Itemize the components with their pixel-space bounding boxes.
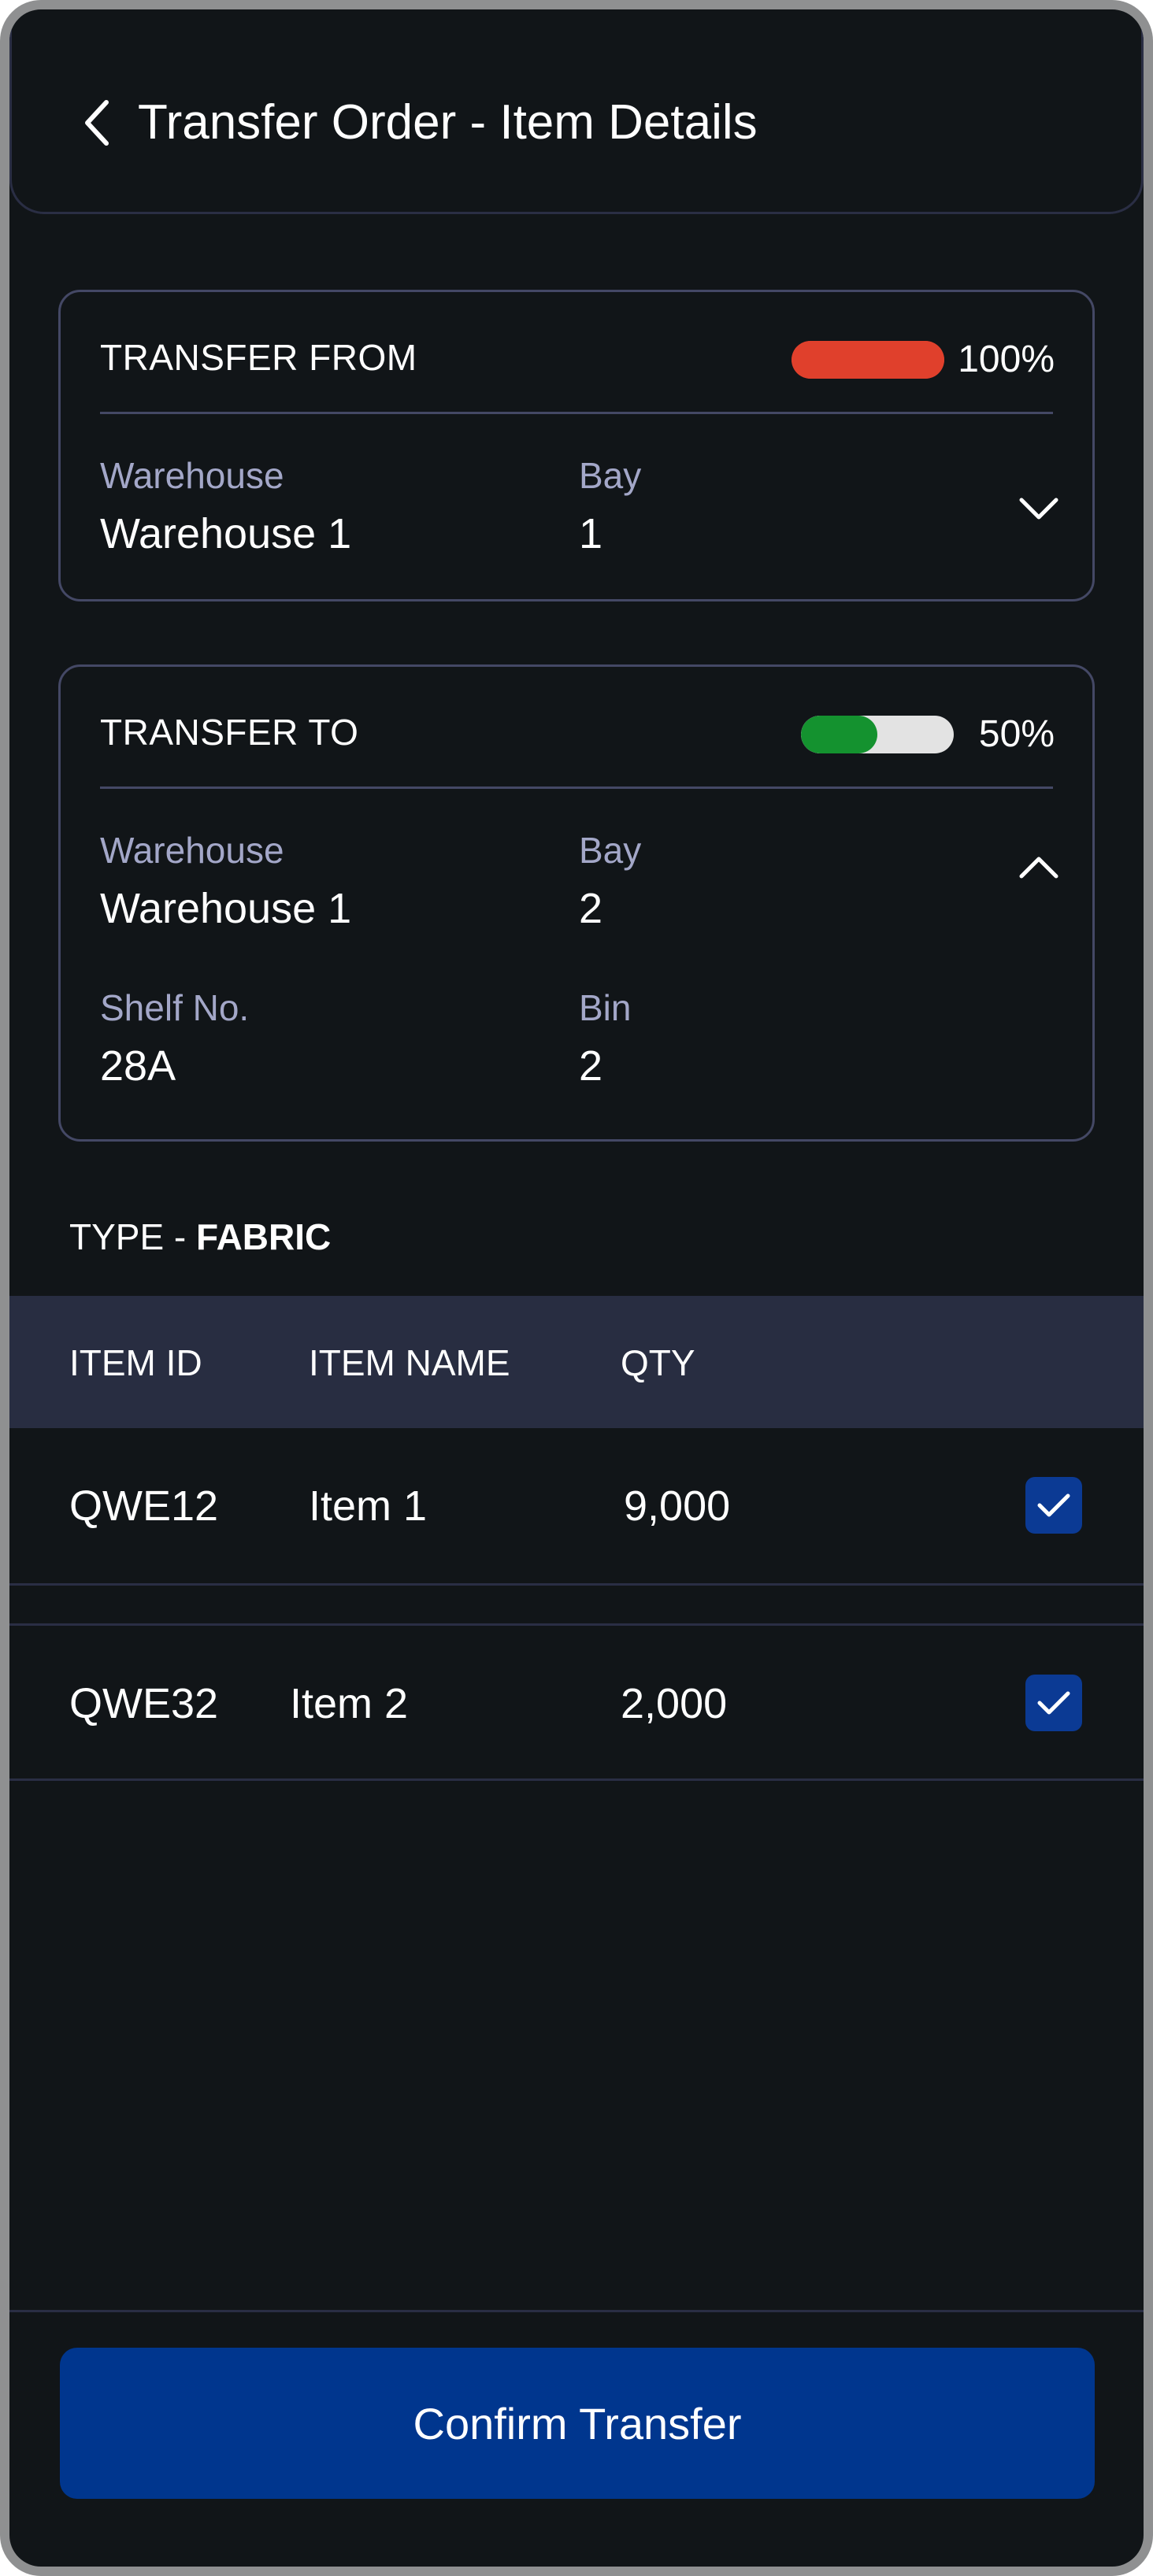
bin-value: 2	[579, 1042, 603, 1090]
back-button[interactable]	[72, 93, 119, 153]
transfer-to-card: TRANSFER TO 50% Warehouse Warehouse 1 Ba…	[58, 664, 1095, 1142]
bay-label: Bay	[579, 830, 642, 871]
table-row: QWE12 Item 1 9,000	[9, 1428, 1144, 1586]
item-qty: 9,000	[624, 1482, 731, 1530]
transfer-to-progress-label: 50%	[978, 713, 1055, 755]
transfer-from-title: TRANSFER FROM	[100, 337, 417, 378]
item-type: TYPE - FABRIC	[69, 1216, 331, 1258]
check-icon	[1037, 1493, 1070, 1517]
column-header-item-name: ITEM NAME	[309, 1342, 510, 1383]
shelf-label: Shelf No.	[100, 987, 250, 1028]
collapse-button[interactable]	[1018, 851, 1059, 883]
type-value: FABRIC	[196, 1216, 332, 1257]
chevron-up-icon	[1019, 857, 1058, 879]
device-frame: Transfer Order - Item Details TRANSFER F…	[0, 0, 1153, 2576]
column-header-qty: QTY	[621, 1342, 695, 1383]
bay-value: 2	[579, 885, 603, 932]
transfer-from-progress-fill	[792, 341, 944, 379]
bay-value: 1	[579, 510, 603, 557]
type-prefix: TYPE -	[69, 1216, 197, 1257]
chevron-down-icon	[1019, 498, 1058, 520]
item-qty: 2,000	[621, 1680, 728, 1727]
divider	[100, 786, 1053, 789]
page-title: Transfer Order - Item Details	[138, 95, 758, 150]
footer-divider	[9, 2310, 1144, 2312]
warehouse-label: Warehouse	[100, 830, 284, 871]
divider	[100, 412, 1053, 414]
bay-label: Bay	[579, 455, 642, 496]
warehouse-label: Warehouse	[100, 455, 284, 496]
item-name: Item 1	[309, 1482, 428, 1530]
warehouse-value: Warehouse 1	[100, 885, 352, 932]
shelf-value: 28A	[100, 1042, 176, 1090]
app-header: Transfer Order - Item Details	[9, 9, 1144, 214]
expand-button[interactable]	[1018, 492, 1059, 524]
check-icon	[1037, 1691, 1070, 1715]
transfer-from-progress	[792, 341, 944, 379]
item-id: QWE32	[69, 1680, 219, 1727]
chevron-left-icon	[85, 100, 109, 146]
confirm-transfer-button[interactable]: Confirm Transfer	[60, 2348, 1095, 2499]
column-header-item-id: ITEM ID	[69, 1342, 202, 1383]
table-row: QWE32 Item 2 2,000	[9, 1623, 1144, 1781]
transfer-to-title: TRANSFER TO	[100, 712, 359, 753]
transfer-from-card: TRANSFER FROM 100% Warehouse Warehouse 1…	[58, 290, 1095, 601]
warehouse-value: Warehouse 1	[100, 510, 352, 557]
item-name: Item 2	[290, 1680, 409, 1727]
transfer-to-progress	[801, 716, 954, 753]
transfer-to-progress-fill	[801, 716, 877, 753]
screen: Transfer Order - Item Details TRANSFER F…	[9, 9, 1144, 2567]
row-checkbox[interactable]	[1025, 1477, 1082, 1534]
table-header: ITEM ID ITEM NAME QTY	[9, 1296, 1144, 1428]
item-id: QWE12	[69, 1482, 219, 1530]
row-checkbox[interactable]	[1025, 1675, 1082, 1731]
transfer-from-progress-label: 100%	[958, 339, 1055, 380]
bin-label: Bin	[579, 987, 632, 1028]
